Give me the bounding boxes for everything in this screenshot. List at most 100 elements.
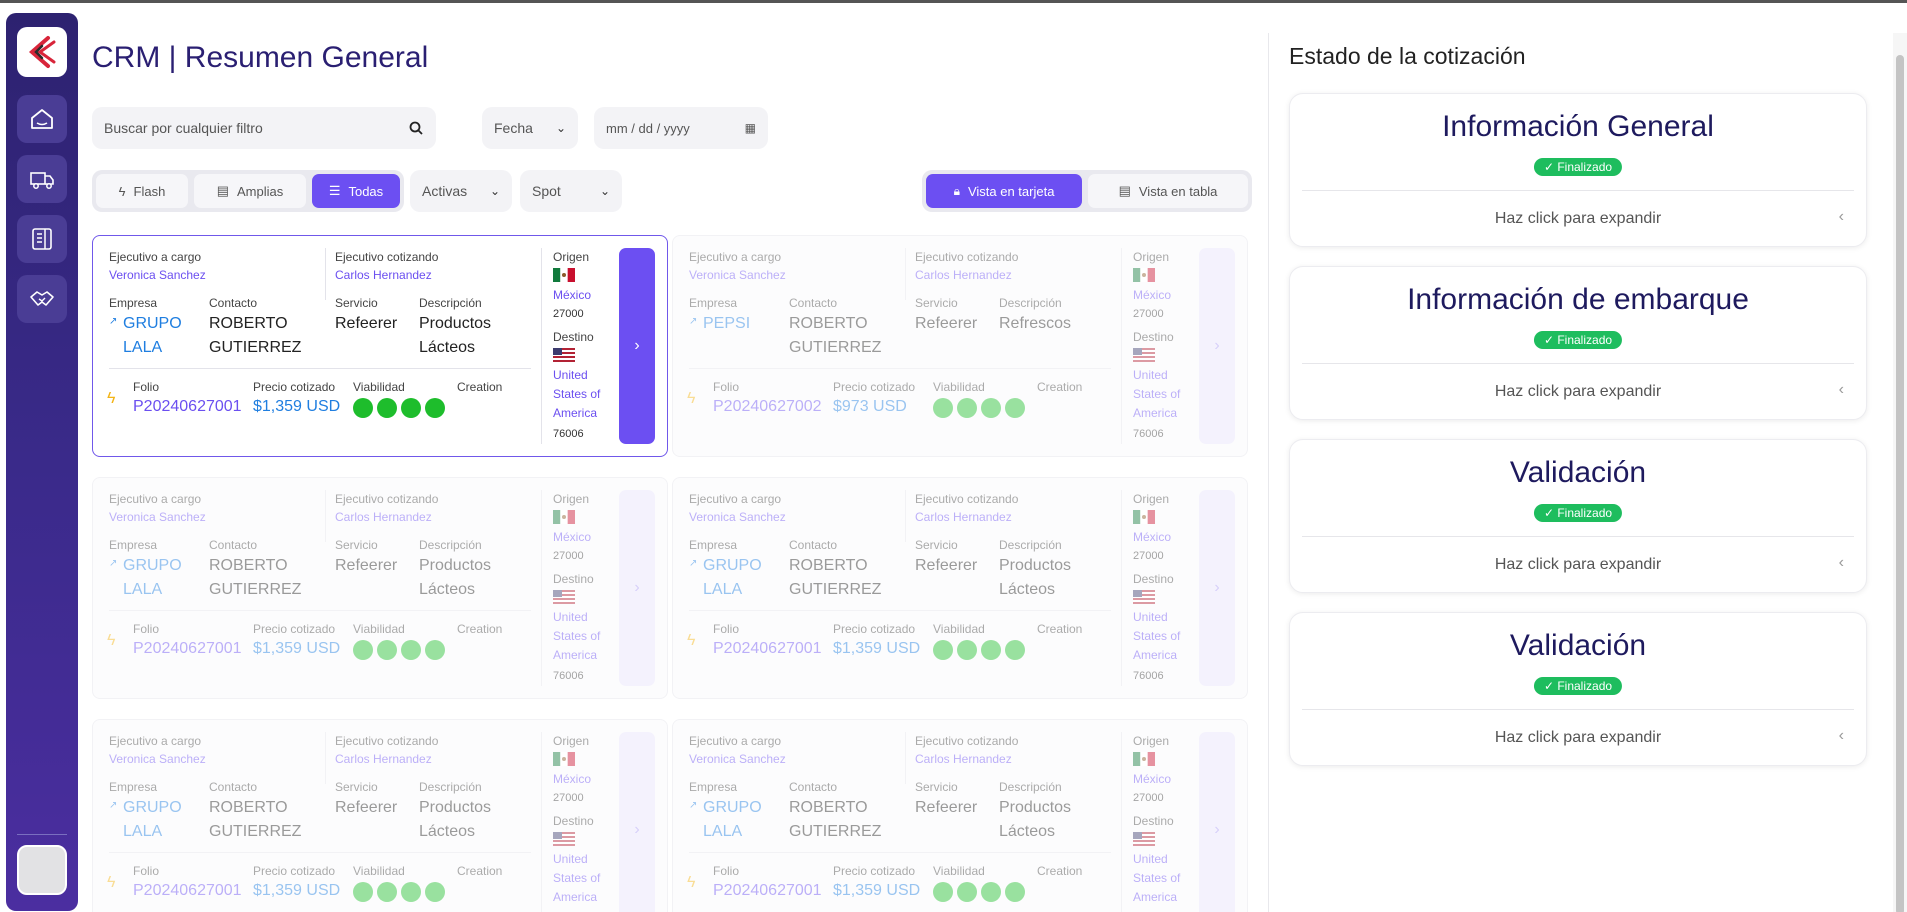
status-section-card[interactable]: Información General ✓ Finalizado Haz cli… [1289,93,1867,247]
calendar-icon[interactable]: ▦ [745,121,756,135]
viabilidad-dot [353,398,373,418]
tab-flash[interactable]: ϟ Flash [96,174,188,208]
tab-todas[interactable]: ☰ Todas [312,174,400,208]
ejecutivo-cargo-value: Veronica Sanchez [689,510,786,524]
divider [541,248,542,444]
destino-cp: 76006 [1133,428,1164,440]
open-quote-button[interactable]: › [1199,732,1235,912]
ejecutivo-cotizando-value: Carlos Hernandez [335,510,432,524]
chevron-left-icon[interactable]: ‹ [1839,381,1844,399]
nav-home[interactable] [17,95,67,143]
chevron-left-icon[interactable]: ‹ [1839,554,1844,572]
destino-value-1: United [553,610,588,624]
empresa-label: Empresa [109,296,158,310]
quote-card[interactable]: Ejecutivo a cargo Veronica Sanchez Ejecu… [672,477,1248,699]
chevron-left-icon[interactable]: ‹ [1839,208,1844,226]
tab-flash-label: Flash [133,183,166,199]
divider [689,852,1111,853]
viabilidad-dot [981,882,1001,902]
empresa-value-1[interactable]: GRUPO [123,554,182,578]
empresa-value-1[interactable]: GRUPO [123,796,182,820]
bolt-icon: ϟ [687,390,696,407]
empresa-value-2[interactable]: LALA [123,820,162,844]
viabilidad-dot [957,882,977,902]
descripcion-value-2: Lácteos [999,581,1056,598]
descripcion-value-2: Lácteos [419,339,476,356]
precio-label: Precio cotizado [253,622,336,636]
contacto-label: Contacto [789,296,838,310]
open-quote-button[interactable]: › [619,490,655,686]
status-badge: ✓ Finalizado [1533,677,1623,695]
external-link-icon[interactable]: ↗ [109,800,117,811]
view-table-button[interactable]: ▤ Vista en tabla [1088,174,1248,208]
usa-flag-icon [553,832,575,846]
date-placeholder: mm / dd / yyyy [606,120,690,136]
open-quote-button[interactable]: › [1199,248,1235,444]
empresa-value-2[interactable]: LALA [703,578,742,602]
ejecutivo-cargo-value: Veronica Sanchez [109,752,206,766]
external-link-icon[interactable]: ↗ [109,558,117,569]
quote-card[interactable]: Ejecutivo a cargo Veronica Sanchez Ejecu… [672,235,1248,457]
tab-amplias[interactable]: ▤ Amplias [194,174,306,208]
status-section-card[interactable]: Validación ✓ Finalizado Haz click para e… [1289,439,1867,593]
view-card-button[interactable]: 🔒︎ Vista en tarjeta [926,174,1082,208]
precio-value: $1,359 USD [833,640,921,657]
expand-hint[interactable]: Haz click para expandir [1290,383,1866,401]
scrollbar[interactable] [1893,33,1907,912]
empresa-value-2[interactable]: LALA [123,336,162,360]
external-link-icon[interactable]: ↗ [109,316,117,327]
expand-hint[interactable]: Haz click para expandir [1290,210,1866,228]
open-quote-button[interactable]: › [619,248,655,444]
folio-label: Folio [133,622,160,636]
spot-select[interactable]: Spot ⌄ [520,170,622,212]
status-section-card[interactable]: Información de embarque ✓ Finalizado Haz… [1289,266,1867,420]
quote-card[interactable]: Ejecutivo a cargo Veronica Sanchez Ejecu… [92,477,668,699]
search-icon[interactable] [408,120,424,136]
chevron-right-icon: › [1214,337,1220,354]
descripcion-value-1: Productos [419,315,492,332]
folio-label: Folio [133,864,160,878]
open-quote-button[interactable]: › [619,732,655,912]
divider [689,368,1111,369]
date-input[interactable]: mm / dd / yyyy ▦ [594,107,768,149]
empresa-value-1[interactable]: GRUPO [123,312,182,336]
search-input[interactable] [104,120,408,136]
external-link-icon[interactable]: ↗ [689,558,697,569]
contacto-value-1: ROBERTO [209,315,288,332]
precio-value: $1,359 USD [833,882,921,899]
status-section-card[interactable]: Validación ✓ Finalizado Haz click para e… [1289,612,1867,766]
empresa-value-2[interactable]: LALA [703,820,742,844]
mexico-flag-icon [1133,268,1155,282]
external-link-icon[interactable]: ↗ [689,316,697,327]
expand-hint[interactable]: Haz click para expandir [1290,556,1866,574]
open-quote-button[interactable]: › [1199,490,1235,686]
external-link-icon[interactable]: ↗ [689,800,697,811]
empresa-value-1[interactable]: GRUPO [703,554,762,578]
empresa-value-1[interactable]: PEPSI [703,312,750,336]
folio-value: P20240627001 [713,882,822,899]
nav-documents[interactable] [17,215,67,263]
activas-select[interactable]: Activas ⌄ [410,170,512,212]
ejecutivo-cotizando-label: Ejecutivo cotizando [335,492,439,506]
viabilidad-dot [933,640,953,660]
quote-card[interactable]: Ejecutivo a cargo Veronica Sanchez Ejecu… [672,719,1248,912]
quote-card[interactable]: Ejecutivo a cargo Veronica Sanchez Ejecu… [92,235,668,457]
origen-value: México [553,772,592,786]
scroll-thumb[interactable] [1896,55,1904,912]
divider [109,368,531,369]
ejecutivo-cotizando-value: Carlos Hernandez [335,268,432,282]
nav-deals[interactable] [17,275,67,323]
expand-hint[interactable]: Haz click para expandir [1290,729,1866,747]
usa-flag-icon [553,348,575,362]
quote-card[interactable]: Ejecutivo a cargo Veronica Sanchez Ejecu… [92,719,668,912]
bolt-icon: ϟ [687,874,696,891]
chevron-left-icon[interactable]: ‹ [1839,727,1844,745]
nav-shipments[interactable] [17,155,67,203]
checklist-icon: ☰ [328,183,341,198]
empresa-value-1[interactable]: GRUPO [703,796,762,820]
empresa-value-2[interactable]: LALA [123,578,162,602]
app-logo[interactable] [17,27,67,77]
fecha-select[interactable]: Fecha ⌄ [482,107,578,149]
handshake-icon [30,291,54,306]
user-avatar[interactable] [17,845,67,895]
